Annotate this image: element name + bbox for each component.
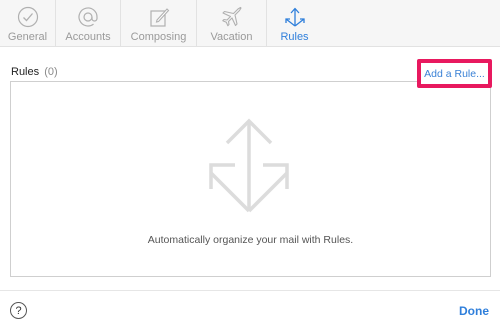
at-sign-icon (78, 7, 98, 27)
rules-count: (0) (44, 66, 58, 78)
airplane-icon (221, 6, 242, 27)
compose-pencil-icon (149, 8, 169, 27)
tab-accounts[interactable]: Accounts (56, 0, 121, 47)
tab-vacation-label: Vacation (210, 31, 253, 43)
tab-general-label: General (7, 31, 48, 43)
rules-list: Automatically organize your mail with Ru… (10, 81, 491, 277)
help-button[interactable]: ? (10, 302, 27, 319)
tab-composing[interactable]: Composing (121, 0, 197, 47)
rules-title-label: Rules (11, 66, 40, 78)
add-rule-button[interactable]: Add a Rule... (417, 59, 492, 88)
tab-vacation[interactable]: Vacation (197, 0, 267, 47)
checkmark-circle-icon (17, 6, 38, 28)
footer-bar: ? Done (0, 290, 500, 322)
settings-toolbar: General Accounts Composing Vacation Rule… (0, 0, 500, 47)
rules-split-arrows-icon (284, 7, 305, 27)
tab-rules[interactable]: Rules (267, 0, 322, 47)
tab-composing-label: Composing (130, 31, 187, 43)
rules-empty-state-icon (209, 118, 289, 213)
rules-section-title: Rules (0) (11, 66, 58, 78)
done-button[interactable]: Done (459, 304, 489, 318)
tab-accounts-label: Accounts (65, 31, 111, 43)
rules-empty-message: Automatically organize your mail with Ru… (147, 234, 354, 246)
tab-general[interactable]: General (0, 0, 56, 47)
tab-rules-label: Rules (280, 31, 309, 43)
